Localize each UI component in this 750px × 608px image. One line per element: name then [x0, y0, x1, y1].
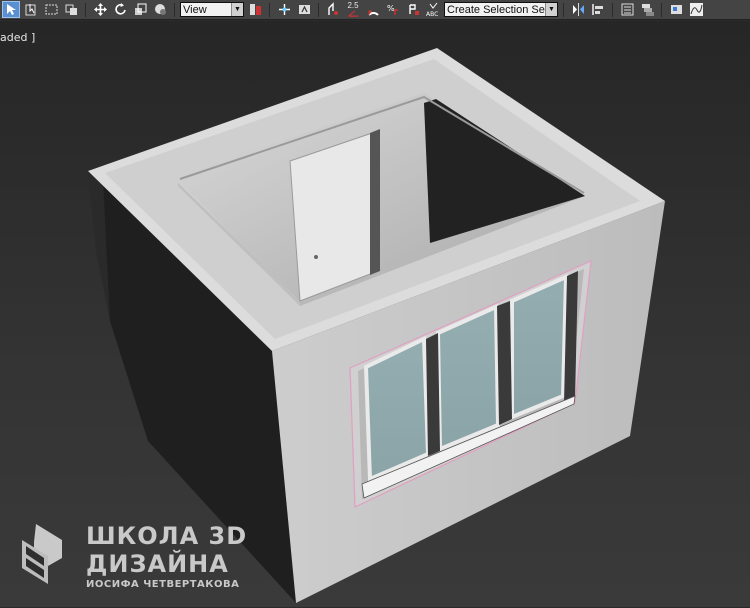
watermark-subtitle: ИОСИФА ЧЕТВЕРТАКОВА	[86, 579, 240, 590]
select-by-name-icon[interactable]	[22, 1, 40, 18]
toggle-ribbon-icon[interactable]	[667, 1, 685, 18]
snaps-toggle-icon[interactable]	[324, 1, 342, 18]
toggle-scene-explorer-icon[interactable]	[618, 1, 636, 18]
toolbar-separator	[612, 2, 613, 17]
named-selection-sets-dropdown[interactable]: Create Selection Se ▼	[444, 2, 558, 17]
window-pane-right	[510, 273, 569, 420]
school-watermark: ШКОЛА 3D ДИЗАЙНА ИОСИФА ЧЕТВЕРТАКОВА	[18, 518, 248, 608]
school-logo-icon	[22, 524, 62, 584]
keyboard-shortcut-override-icon[interactable]	[295, 1, 313, 18]
use-pivot-point-center-icon[interactable]	[246, 1, 264, 18]
select-and-place-icon[interactable]	[151, 1, 169, 18]
reference-coordinate-value: View	[183, 3, 207, 16]
select-and-move-icon[interactable]	[91, 1, 109, 18]
main-toolbar: View ▼ 2.5 % ABC Create Selection Se ▼	[0, 0, 750, 20]
watermark-title-line1: ШКОЛА 3D	[86, 522, 248, 550]
watermark-title-line2: ДИЗАЙНА	[86, 550, 229, 578]
spinner-snap-toggle-icon[interactable]: %	[384, 1, 402, 18]
toolbar-separator	[318, 2, 319, 17]
curve-editor-icon[interactable]	[687, 1, 705, 18]
edit-named-selection-sets-icon[interactable]	[404, 1, 422, 18]
window-mullion	[426, 333, 440, 456]
toolbar-separator	[174, 2, 175, 17]
reference-coordinate-dropdown[interactable]: View ▼	[180, 2, 244, 17]
snap-angle-label: 2.5	[347, 1, 359, 10]
select-object-icon[interactable]	[2, 1, 20, 18]
rectangular-selection-region-icon[interactable]	[42, 1, 60, 18]
window-mullion	[497, 301, 512, 425]
interior-door	[289, 130, 379, 302]
svg-text:%: %	[387, 4, 395, 13]
toolbar-separator	[563, 2, 564, 17]
svg-text:ABC: ABC	[426, 11, 438, 17]
door-handle	[314, 255, 318, 259]
interior-door-frame	[370, 129, 380, 275]
align-icon[interactable]	[589, 1, 607, 18]
select-and-manipulate-icon[interactable]	[275, 1, 293, 18]
percent-snap-toggle-icon[interactable]	[364, 1, 382, 18]
chevron-down-icon: ▼	[231, 3, 243, 16]
angle-snap-toggle-icon[interactable]: 2.5	[344, 1, 362, 18]
select-and-rotate-icon[interactable]	[111, 1, 129, 18]
named-selection-value: Create Selection Se	[447, 3, 545, 16]
toolbar-separator	[661, 2, 662, 17]
toggle-layer-explorer-icon[interactable]	[638, 1, 656, 18]
window-pane-middle	[435, 303, 501, 452]
toolbar-separator	[269, 2, 270, 17]
chevron-down-icon: ▼	[545, 3, 557, 16]
perspective-viewport[interactable]: aded ] ШКОЛА 3D ДИЗАЙНА ИОСИФА ЧЕТВЕРТАК…	[0, 21, 750, 607]
select-and-scale-icon[interactable]	[131, 1, 149, 18]
window-crossing-icon[interactable]	[62, 1, 80, 18]
toolbar-separator	[85, 2, 86, 17]
abc-icon[interactable]: ABC	[424, 1, 442, 18]
mirror-icon[interactable]	[569, 1, 587, 18]
